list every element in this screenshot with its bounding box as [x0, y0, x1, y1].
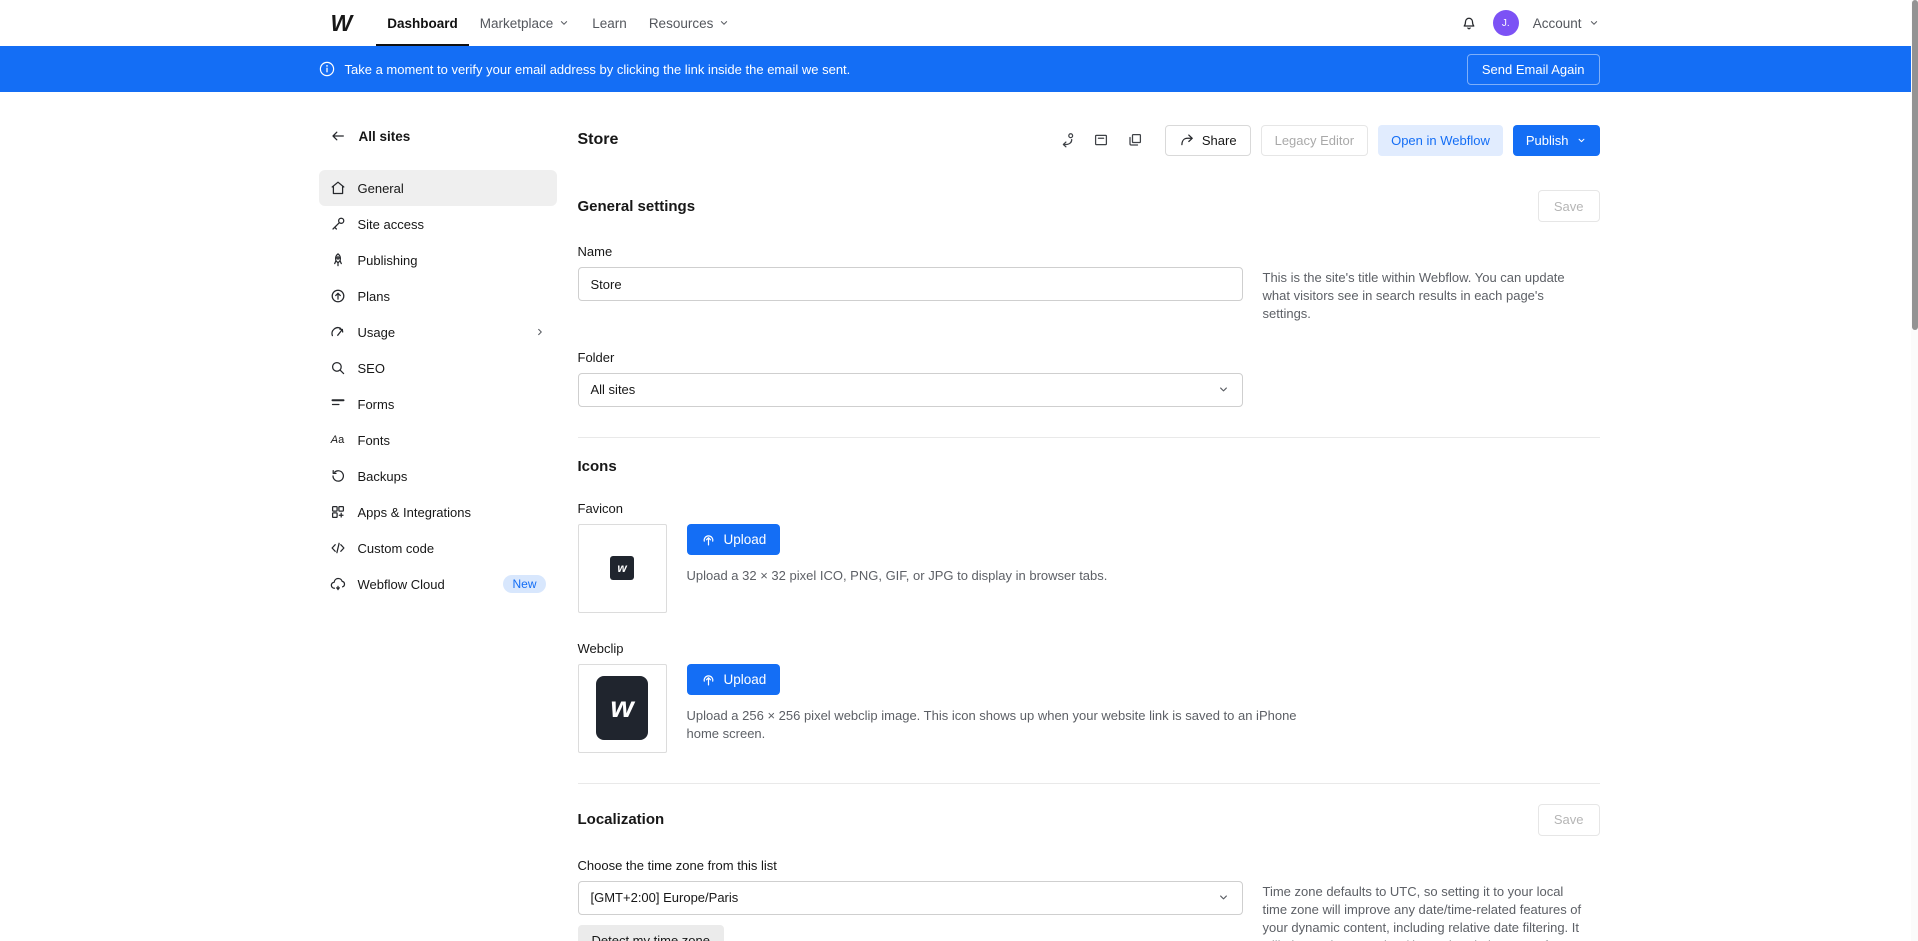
- favicon-upload-button[interactable]: Upload: [687, 524, 781, 555]
- localization-save-button[interactable]: Save: [1538, 804, 1600, 836]
- site-name-input[interactable]: [578, 267, 1243, 301]
- sidebar-item-publishing[interactable]: Publishing: [319, 242, 557, 278]
- section-divider: [578, 437, 1600, 438]
- transfer-site-button[interactable]: [1055, 128, 1079, 152]
- sidebar-item-seo[interactable]: SEO: [319, 350, 557, 386]
- webclip-help-text: Upload a 256 × 256 pixel webclip image. …: [687, 707, 1327, 745]
- webflow-logo-icon[interactable]: W: [331, 12, 351, 35]
- sidebar-item-plans[interactable]: Plans: [319, 278, 557, 314]
- publish-button[interactable]: Publish: [1513, 125, 1600, 156]
- nav-item-marketplace[interactable]: Marketplace: [469, 0, 582, 46]
- home-icon: [330, 180, 346, 196]
- sidebar-item-webflow-cloud[interactable]: Webflow Cloud New: [319, 566, 557, 602]
- upload-icon: [701, 532, 716, 547]
- general-save-button[interactable]: Save: [1538, 190, 1600, 222]
- lines-icon: [330, 396, 346, 412]
- nav-item-resources[interactable]: Resources: [638, 0, 742, 46]
- page-title: Store: [578, 131, 619, 149]
- top-nav: W Dashboard Marketplace Learn Resources: [0, 0, 1918, 46]
- legacy-editor-button[interactable]: Legacy Editor: [1261, 125, 1369, 156]
- sidebar-item-apps-integrations[interactable]: Apps & Integrations: [319, 494, 557, 530]
- chevron-down-icon: [1576, 135, 1587, 146]
- scrollbar-thumb[interactable]: [1912, 0, 1918, 330]
- transfer-site-icon: [1059, 132, 1075, 148]
- vertical-scrollbar[interactable]: [1911, 0, 1918, 941]
- duplicate-icon: [1127, 132, 1143, 148]
- primary-nav: Dashboard Marketplace Learn Resources: [376, 0, 741, 46]
- cloud-icon: [330, 576, 346, 592]
- timezone-select[interactable]: [GMT+2:00] Europe/Paris: [578, 881, 1243, 915]
- chevron-down-icon: [1217, 891, 1230, 904]
- sidebar-item-usage[interactable]: Usage: [319, 314, 557, 350]
- timezone-label: Choose the time zone from this list: [578, 858, 1600, 873]
- sidebar-item-general[interactable]: General: [319, 170, 557, 206]
- duplicate-site-button[interactable]: [1123, 128, 1147, 152]
- timezone-help-text: Time zone defaults to UTC, so setting it…: [1263, 881, 1590, 941]
- notifications-button[interactable]: [1459, 13, 1479, 33]
- favicon-label: Favicon: [578, 501, 1600, 516]
- settings-main: Store: [578, 124, 1600, 941]
- back-to-all-sites[interactable]: All sites: [330, 128, 557, 144]
- chevron-down-icon: [1588, 17, 1600, 29]
- sidebar-item-custom-code[interactable]: Custom code: [319, 530, 557, 566]
- info-icon: [319, 61, 335, 77]
- webclip-preview: w: [578, 664, 667, 753]
- general-settings-heading: General settings: [578, 198, 696, 215]
- code-icon: [330, 540, 346, 556]
- grid-plus-icon: [330, 504, 346, 520]
- upgrade-icon: [330, 288, 346, 304]
- archive-site-button[interactable]: [1089, 128, 1113, 152]
- sidebar-item-fonts[interactable]: Aa Fonts: [319, 422, 557, 458]
- name-help-text: This is the site's title within Webflow.…: [1263, 267, 1590, 324]
- folder-label: Folder: [578, 350, 1600, 365]
- sidebar-item-site-access[interactable]: Site access: [319, 206, 557, 242]
- rocket-icon: [330, 252, 346, 268]
- favicon-preview: w: [578, 524, 667, 613]
- detect-timezone-button[interactable]: Detect my time zone: [578, 925, 725, 941]
- sidebar-item-backups[interactable]: Backups: [319, 458, 557, 494]
- name-label: Name: [578, 244, 1600, 259]
- history-icon: [330, 468, 346, 484]
- chevron-down-icon: [558, 17, 570, 29]
- favicon-help-text: Upload a 32 × 32 pixel ICO, PNG, GIF, or…: [687, 567, 1108, 586]
- bell-icon: [1461, 15, 1477, 31]
- arrow-left-icon: [330, 128, 346, 144]
- gauge-icon: [330, 324, 346, 340]
- new-badge: New: [503, 575, 545, 593]
- chevron-right-icon: [534, 326, 546, 338]
- webclip-label: Webclip: [578, 641, 1600, 656]
- avatar[interactable]: J.: [1493, 10, 1519, 36]
- chevron-down-icon: [1217, 383, 1230, 396]
- share-button[interactable]: Share: [1165, 125, 1251, 156]
- folder-select[interactable]: All sites: [578, 373, 1243, 407]
- nav-item-dashboard[interactable]: Dashboard: [376, 0, 469, 46]
- send-email-again-button[interactable]: Send Email Again: [1467, 54, 1600, 85]
- sidebar-item-forms[interactable]: Forms: [319, 386, 557, 422]
- key-icon: [330, 216, 346, 232]
- nav-item-learn[interactable]: Learn: [581, 0, 638, 46]
- upload-icon: [701, 672, 716, 687]
- chevron-down-icon: [718, 17, 730, 29]
- email-verify-banner: Take a moment to verify your email addre…: [0, 46, 1918, 92]
- webclip-thumbnail: w: [596, 676, 648, 740]
- archive-icon: [1093, 132, 1109, 148]
- search-icon: [330, 360, 346, 376]
- localization-heading: Localization: [578, 811, 665, 828]
- banner-text: Take a moment to verify your email addre…: [345, 62, 851, 77]
- open-in-webflow-button[interactable]: Open in Webflow: [1378, 125, 1503, 156]
- account-menu[interactable]: Account: [1533, 16, 1600, 31]
- webclip-upload-button[interactable]: Upload: [687, 664, 781, 695]
- section-divider: [578, 783, 1600, 784]
- favicon-thumbnail: w: [610, 556, 634, 580]
- Aa-glyph-icon: Aa: [330, 432, 346, 448]
- icons-heading: Icons: [578, 458, 1600, 475]
- share-arrow-icon: [1179, 132, 1195, 148]
- settings-sidebar: All sites General Site access Publishing: [319, 124, 557, 941]
